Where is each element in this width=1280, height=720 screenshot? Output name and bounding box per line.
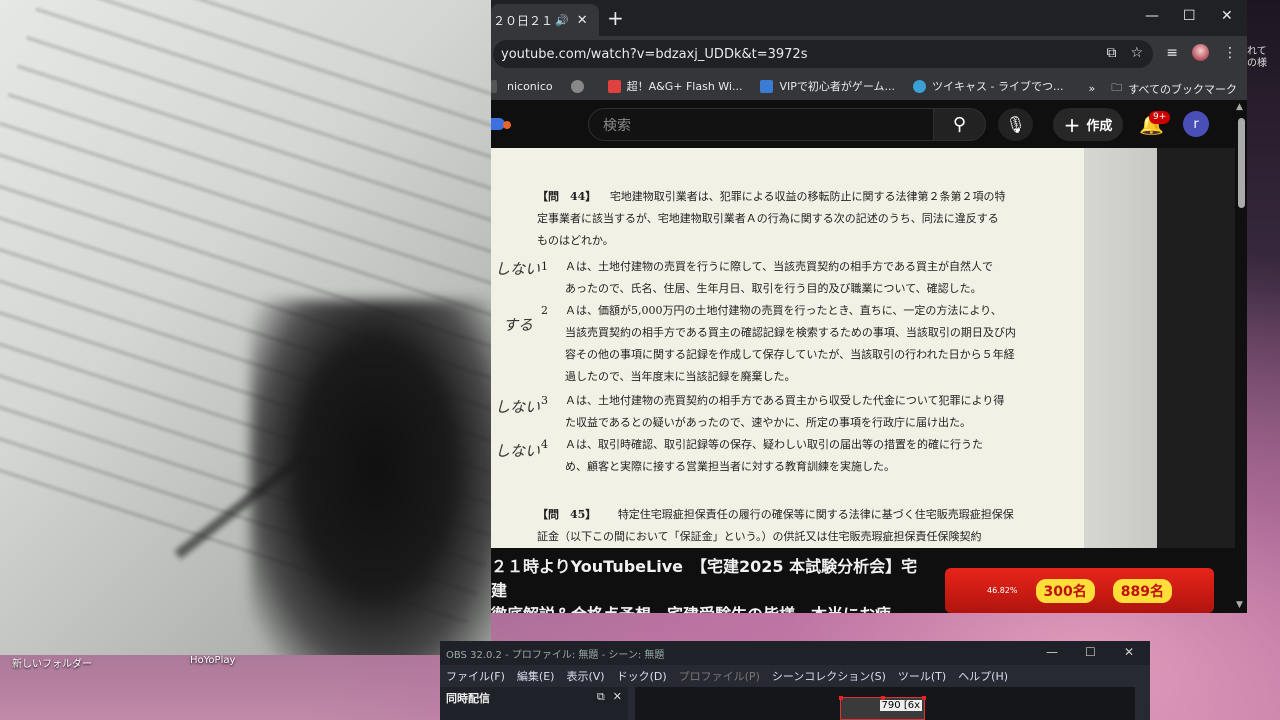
exam-paper: 【問 44】 宅地建物取引業者は、犯罪による収益の移転防止に関する法律第２条第２…: [491, 148, 1084, 548]
maximize-icon[interactable]: ☐: [1183, 8, 1196, 24]
globe-icon: [570, 79, 584, 93]
question-44-heading: 【問 44】: [537, 190, 597, 203]
address-bar-row: youtube.com/watch?v=bdzaxj_UDDk&t=3972s …: [491, 36, 1247, 72]
search-button[interactable]: ⚲: [934, 108, 986, 141]
bookmark-item[interactable]: 超！A&G+ Flash Wi...: [607, 78, 742, 94]
profile-avatar[interactable]: [1192, 44, 1209, 61]
choice-3: 3 Ａは、土地付建物の売買契約の相手方である買主から収受した代金について犯罪により…: [541, 394, 1005, 429]
handwritten-note: しない: [495, 442, 541, 460]
bookmark-item[interactable]: [570, 79, 590, 93]
question-45-heading: 【問 45】: [537, 508, 597, 521]
all-bookmarks[interactable]: 🗀 すべてのブックマーク: [1111, 79, 1237, 98]
plus-icon: +: [1063, 112, 1081, 137]
camera-preview-window: [0, 0, 491, 655]
choice-4: 4 Ａは、取引時確認、取引記録等の保存、疑わしい取引の届出等の措置を的確に行うた …: [541, 438, 983, 473]
speaker-icon[interactable]: 🔊: [555, 14, 569, 27]
create-button[interactable]: + 作成: [1053, 108, 1123, 141]
ad-text: 46.82%: [987, 586, 1018, 595]
edge-text: れて の様: [1247, 46, 1267, 69]
twitcasting-icon: [913, 79, 927, 93]
new-tab-icon[interactable]: +: [607, 6, 624, 30]
minimize-icon[interactable]: —: [1145, 8, 1159, 24]
scroll-down-icon[interactable]: ▼: [1236, 600, 1243, 610]
video-player[interactable]: 【問 44】 宅地建物取引業者は、犯罪による収益の移転防止に関する法律第２条第２…: [491, 148, 1235, 548]
handwritten-note: しない: [495, 260, 541, 278]
mic-button[interactable]: 🎙: [998, 108, 1033, 141]
menu-dock[interactable]: ドック(D): [617, 668, 667, 684]
undock-icon[interactable]: ⧉: [597, 690, 605, 704]
desktop-folder-hoyoplay[interactable]: HoYoPlay: [190, 655, 235, 666]
avatar[interactable]: r: [1183, 111, 1209, 137]
notification-badge: 9+: [1149, 111, 1171, 124]
video-title[interactable]: ２１時よりYouTubeLive 【宅建2025 本試験分析会】宅建 徹底解説＆…: [491, 555, 931, 613]
cast-icon[interactable]: ⧉: [1106, 45, 1116, 61]
search-input[interactable]: 検索: [588, 108, 934, 141]
close-tab-icon[interactable]: ✕: [577, 13, 588, 28]
menu-kebab-icon[interactable]: ⋮: [1223, 45, 1237, 61]
ad-banner[interactable]: 46.82% 300名 889名: [945, 568, 1214, 613]
choice-1: 1 Ａは、土地付建物の売買を行うに際して、当該売買契約の相手方である買主が自然人で…: [541, 260, 994, 295]
scroll-up-icon[interactable]: ▲: [1236, 102, 1243, 112]
multistream-dock: 同時配信 ⧉ ✕: [440, 687, 628, 720]
wiki-icon: [760, 79, 774, 93]
obs-preview[interactable]: 790 [6x: [635, 687, 1135, 720]
bookmark-item[interactable]: VIPで初心者がゲーム...: [760, 78, 895, 94]
handwritten-note: する: [503, 316, 534, 334]
folder-icon: 🗀: [1111, 81, 1123, 94]
scroll-thumb[interactable]: [1238, 118, 1245, 208]
minimize-icon[interactable]: —: [1046, 645, 1058, 659]
maximize-icon[interactable]: ☐: [1085, 645, 1096, 659]
close-icon[interactable]: ✕: [613, 690, 622, 704]
obs-title: OBS 32.0.2 - プロファイル: 無題 - シーン: 無題: [446, 649, 665, 661]
niconico-icon: [491, 79, 497, 93]
question-text: 証金（以下この間において「保証金」という。）の供託又は住宅販売瑕疵担保責任保険契…: [537, 530, 982, 543]
handwritten-note: しない: [495, 398, 541, 416]
obs-menu-bar: ファイル(F) 編集(E) 表示(V) ドック(D) プロファイル(P) シーン…: [440, 665, 1150, 687]
close-window-icon[interactable]: ✕: [1221, 8, 1233, 24]
tab-title: ２０日２１時よ: [493, 13, 551, 28]
tab-strip: ２０日２１時よ 🔊 ✕ + — ☐ ✕: [491, 0, 1247, 36]
browser-window: ２０日２１時よ 🔊 ✕ + — ☐ ✕ youtube.com/watch?v=…: [491, 0, 1247, 613]
question-text: ものはどれか。: [537, 234, 614, 247]
search-icon: ⚲: [952, 114, 967, 135]
menu-help[interactable]: ヘルプ(H): [958, 668, 1008, 684]
bookmarks-bar: niconico 超！A&G+ Flash Wi... VIPで初心者がゲーム.…: [491, 72, 1247, 100]
source-size-label: 790 [6x: [879, 700, 922, 711]
desktop-folder-new[interactable]: 新しいフォルダー: [12, 655, 92, 670]
tab-youtube[interactable]: ２０日２１時よ 🔊 ✕: [491, 4, 599, 36]
menu-view[interactable]: 表示(V): [566, 668, 604, 684]
bookmark-item[interactable]: niconico: [491, 79, 553, 93]
youtube-header: 検索 ⚲ 🎙 + 作成 🔔 9+ r: [491, 100, 1235, 148]
obs-window: OBS 32.0.2 - プロファイル: 無題 - シーン: 無題 — ☐ ✕ …: [440, 641, 1150, 720]
more-bookmarks-icon[interactable]: »: [1088, 82, 1095, 95]
url-field[interactable]: youtube.com/watch?v=bdzaxj_UDDk&t=3972s: [493, 40, 1153, 68]
mic-icon: 🎙: [1005, 115, 1026, 134]
ad-pill: 300名: [1035, 578, 1095, 603]
page-scrollbar[interactable]: ▲ ▼: [1235, 100, 1247, 613]
menu-tools[interactable]: ツール(T): [898, 668, 946, 684]
obs-title-bar: OBS 32.0.2 - プロファイル: 無題 - シーン: 無題 — ☐ ✕: [440, 641, 1150, 665]
menu-file[interactable]: ファイル(F): [446, 668, 505, 684]
youtube-logo[interactable]: [491, 118, 513, 130]
bookmark-item[interactable]: ツイキャス - ライブでつ...: [913, 78, 1063, 94]
media-control-icon[interactable]: ≡: [1166, 45, 1178, 61]
choice-2: 2 Ａは、価額が5,000万円の土地付建物の売買を行ったとき、直ちに、一定の方法に…: [541, 304, 1016, 383]
menu-scene-collection[interactable]: シーンコレクション(S): [772, 668, 886, 684]
agplus-icon: [607, 79, 621, 93]
ad-pill: 889名: [1112, 578, 1172, 603]
bookmark-star-icon[interactable]: ☆: [1130, 45, 1143, 61]
close-icon[interactable]: ✕: [1124, 645, 1134, 659]
menu-profile: プロファイル(P): [678, 670, 760, 683]
source-bounding-box[interactable]: 790 [6x: [839, 696, 926, 720]
question-text: 宅地建物取引業者は、犯罪による収益の移転防止に関する法律第２条第２項の特: [609, 190, 1006, 203]
question-text: 定事業者に該当するが、宅地建物取引業者Ａの行為に関する次の記述のうち、同法に違反…: [537, 212, 999, 225]
question-text: 特定住宅瑕疵担保責任の履行の確保等に関する法律に基づく住宅販売瑕疵担保保: [617, 508, 1014, 521]
hand-shadow: [250, 300, 491, 655]
menu-edit[interactable]: 編集(E): [517, 668, 555, 684]
